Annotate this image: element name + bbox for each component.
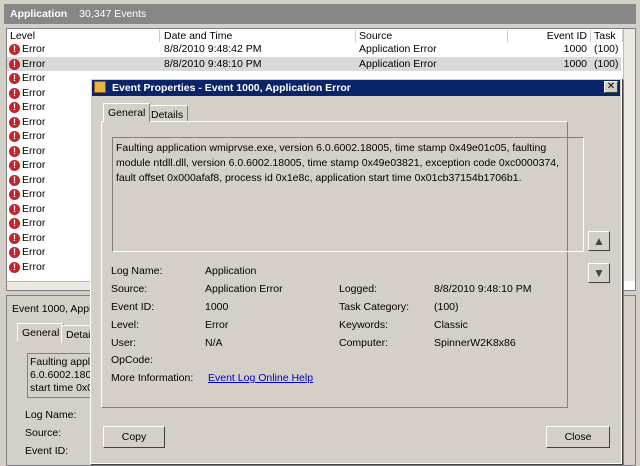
event-id-value: 1000 xyxy=(205,301,229,313)
error-icon: ! xyxy=(9,102,20,113)
error-icon: ! xyxy=(9,145,20,157)
event-id-label: Event ID: xyxy=(111,301,155,313)
event-count: 30,347 Events xyxy=(79,8,147,20)
event-viewer-icon xyxy=(94,81,106,93)
user-label: User: xyxy=(111,337,137,349)
row-level: Error xyxy=(22,217,46,229)
error-icon: ! xyxy=(9,218,20,229)
next-event-button[interactable]: ▼ xyxy=(588,263,610,283)
event-description[interactable]: Faulting application wmiprvse.exe, versi… xyxy=(112,137,584,252)
row-task: (100) xyxy=(594,57,619,70)
column-task[interactable]: Task C xyxy=(591,30,623,42)
row-level: Error xyxy=(22,231,46,244)
error-icon: ! xyxy=(9,73,20,84)
row-date: 8/8/2010 9:48:10 PM xyxy=(164,57,262,70)
row-level: Error xyxy=(22,260,46,273)
row-date: 8/8/2010 9:48:42 PM xyxy=(164,43,262,55)
column-level[interactable]: Level xyxy=(7,30,160,42)
keywords-label: Keywords: xyxy=(339,319,389,331)
preview-label: Log Name: xyxy=(25,409,77,421)
preview-desc-line: start time 0x0 xyxy=(30,382,94,394)
row-event-id: 1000 xyxy=(563,57,587,70)
preview-label: Source: xyxy=(25,427,62,439)
row-source: Application Error xyxy=(359,57,437,70)
computer-value: SpinnerW2K8x86 xyxy=(434,337,516,349)
row-level: Error xyxy=(22,72,46,84)
log-header: Application 30,347 Events xyxy=(4,4,636,24)
row-task: (100) xyxy=(594,43,619,55)
error-icon: ! xyxy=(9,203,20,215)
vertical-scrollbar[interactable] xyxy=(623,29,635,281)
row-source: Application Error xyxy=(359,43,437,55)
error-icon: ! xyxy=(9,261,20,273)
event-row[interactable]: ! Error 8/8/2010 9:48:10 PM Application Err… xyxy=(7,56,621,71)
event-properties-dialog: Event Properties - Event 1000, Applicati… xyxy=(90,78,622,464)
previous-event-button[interactable]: ▲ xyxy=(588,231,610,251)
dialog-title: Event Properties - Event 1000, Applicati… xyxy=(92,80,620,96)
error-icon: ! xyxy=(9,87,20,99)
row-level: Error xyxy=(22,202,46,215)
row-level: Error xyxy=(22,86,46,99)
tab-general[interactable]: General xyxy=(103,103,151,122)
row-level: Error xyxy=(22,246,46,258)
row-level: Error xyxy=(22,188,46,200)
opcode-label: OpCode: xyxy=(111,354,154,366)
preview-label: Event ID: xyxy=(25,445,69,457)
error-icon: ! xyxy=(9,174,20,186)
row-event-id: 1000 xyxy=(563,43,587,55)
column-event-id[interactable]: Event ID xyxy=(508,30,591,42)
column-date[interactable]: Date and Time xyxy=(161,30,356,42)
row-level: Error xyxy=(22,130,46,142)
row-level: Error xyxy=(22,144,46,157)
task-category-value: (100) xyxy=(434,301,459,313)
error-icon: ! xyxy=(9,232,20,244)
error-icon: ! xyxy=(9,44,20,55)
preview-title: Event 1000, Appli xyxy=(12,303,94,315)
column-source[interactable]: Source xyxy=(356,30,508,42)
more-info-label: More Information: xyxy=(111,372,194,384)
error-icon: ! xyxy=(9,116,20,128)
copy-button[interactable]: Copy xyxy=(103,426,165,448)
preview-desc-line: 6.0.6002.1800 xyxy=(30,369,97,381)
row-level: Error xyxy=(22,115,46,128)
preview-desc-line: Faulting appli xyxy=(30,356,93,368)
row-level: Error xyxy=(22,159,46,171)
task-category-label: Task Category: xyxy=(339,301,410,313)
error-icon: ! xyxy=(9,189,20,200)
source-value: Application Error xyxy=(205,283,283,295)
computer-label: Computer: xyxy=(339,337,389,349)
row-level: Error xyxy=(22,101,46,113)
row-level: Error xyxy=(22,173,46,186)
event-row[interactable]: ! Error 8/8/2010 9:48:42 PM Application Err… xyxy=(7,42,621,57)
row-level: Error xyxy=(22,57,46,70)
user-value: N/A xyxy=(205,337,223,349)
level-label: Level: xyxy=(111,319,140,331)
source-label: Source: xyxy=(111,283,148,295)
log-name-label: Log Name: xyxy=(111,265,163,277)
row-level: Error xyxy=(22,43,46,55)
error-icon: ! xyxy=(9,160,20,171)
error-icon: ! xyxy=(9,247,20,258)
logged-value: 8/8/2010 9:48:10 PM xyxy=(434,283,532,295)
logged-label: Logged: xyxy=(339,283,377,295)
event-log-online-help-link[interactable]: Event Log Online Help xyxy=(208,372,313,384)
keywords-value: Classic xyxy=(434,319,468,331)
close-icon[interactable]: ✕ xyxy=(604,81,618,93)
preview-tab-general[interactable]: General xyxy=(17,323,65,341)
error-icon: ! xyxy=(9,58,20,70)
close-button[interactable]: Close xyxy=(546,426,610,448)
log-name: Application xyxy=(10,8,68,20)
tab-details[interactable]: Details xyxy=(146,105,189,121)
level-value: Error xyxy=(205,319,229,331)
log-name-value: Application xyxy=(205,265,257,277)
error-icon: ! xyxy=(9,131,20,142)
